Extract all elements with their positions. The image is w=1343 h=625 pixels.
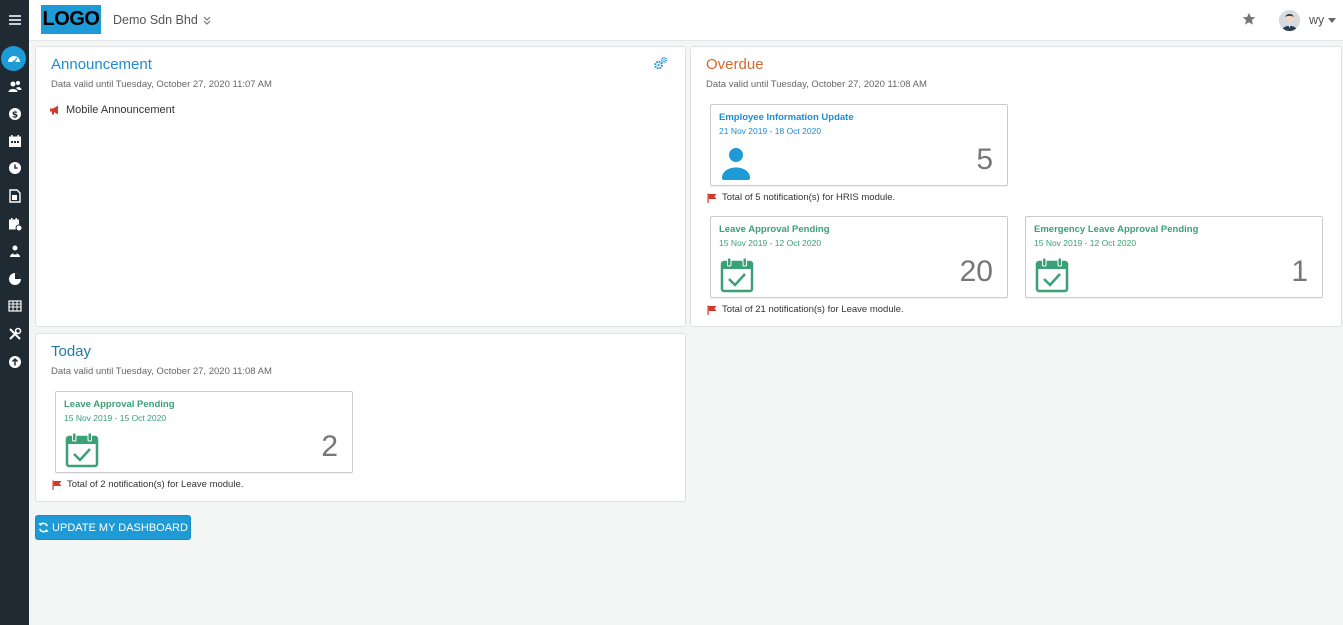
note-text: Total of 21 notification(s) for Leave mo… (722, 304, 904, 315)
card-title: Leave Approval Pending (719, 224, 830, 235)
data-valid-text: Data valid until Tuesday, October 27, 20… (706, 79, 927, 90)
calendar-check-icon (720, 257, 754, 293)
update-label: UPDATE MY DASHBOARD (52, 521, 188, 534)
flag-icon (707, 305, 717, 315)
flag-icon (707, 193, 717, 203)
card-date-range: 21 Nov 2019 - 18 Oct 2020 (719, 126, 822, 136)
note-text: Total of 2 notification(s) for Leave mod… (67, 479, 244, 490)
leave-approval-card[interactable]: Leave Approval Pending 15 Nov 2019 - 15 … (55, 391, 353, 473)
data-valid-text: Data valid until Tuesday, October 27, 20… (51, 79, 272, 90)
overdue-panel: Overdue Data valid until Tuesday, Octobe… (690, 46, 1342, 327)
flag-icon (52, 480, 62, 490)
panel-title: Announcement (51, 56, 152, 73)
leave-approval-card[interactable]: Leave Approval Pending 15 Nov 2019 - 12 … (710, 216, 1008, 298)
schedule-icon[interactable] (0, 212, 29, 236)
announcement-text: Mobile Announcement (66, 104, 175, 116)
logo-text: LOGO (42, 8, 100, 30)
dashboard-icon[interactable] (1, 46, 26, 71)
avatar[interactable] (1279, 10, 1300, 31)
note-text: Total of 5 notification(s) for HRIS modu… (722, 192, 896, 203)
calendar-check-icon (1035, 257, 1069, 293)
caret-down-icon (1328, 17, 1337, 23)
card-title: Emergency Leave Approval Pending (1034, 224, 1199, 235)
card-date-range: 15 Nov 2019 - 12 Oct 2020 (1034, 238, 1137, 248)
top-header: LOGO Demo Sdn Bhd wy (29, 0, 1343, 41)
notification-note: Total of 5 notification(s) for HRIS modu… (707, 192, 895, 203)
star-icon[interactable] (1242, 12, 1256, 26)
username: wy (1309, 13, 1325, 27)
menu-icon[interactable] (0, 8, 29, 32)
card-date-range: 15 Nov 2019 - 12 Oct 2020 (719, 238, 822, 248)
payroll-icon[interactable]: $ (0, 102, 29, 126)
card-count: 1 (1291, 255, 1308, 288)
report-icon[interactable] (0, 267, 29, 291)
sidebar: $ (0, 0, 29, 625)
card-count: 5 (976, 143, 993, 176)
today-panel: Today Data valid until Tuesday, October … (35, 333, 686, 502)
company-selector[interactable]: Demo Sdn Bhd (113, 13, 211, 27)
card-title: Employee Information Update (719, 112, 854, 123)
card-count: 20 (959, 255, 993, 288)
upload-icon[interactable] (0, 350, 29, 374)
announcement-panel: Announcement Data valid until Tuesday, O… (35, 46, 686, 327)
person-icon (722, 148, 750, 180)
users-icon[interactable] (0, 74, 29, 98)
company-logo[interactable]: LOGO (41, 5, 101, 34)
calendar-icon[interactable] (0, 129, 29, 153)
gears-icon[interactable] (653, 56, 668, 71)
user-menu[interactable]: wy (1309, 13, 1337, 27)
table-icon[interactable] (0, 294, 29, 318)
megaphone-icon (50, 105, 58, 115)
employee-info-card[interactable]: Employee Information Update 21 Nov 2019 … (710, 104, 1008, 186)
announcement-item[interactable]: Mobile Announcement (49, 104, 175, 116)
tools-icon[interactable] (0, 322, 29, 346)
panel-title: Overdue (706, 56, 764, 73)
claims-icon[interactable] (0, 239, 29, 263)
card-date-range: 15 Nov 2019 - 15 Oct 2020 (64, 413, 167, 423)
card-count: 2 (321, 430, 338, 463)
company-name: Demo Sdn Bhd (113, 13, 198, 27)
svg-text:$: $ (11, 111, 17, 121)
emergency-leave-card[interactable]: Emergency Leave Approval Pending 15 Nov … (1025, 216, 1323, 298)
panel-title: Today (51, 343, 92, 360)
document-icon[interactable] (0, 184, 29, 208)
data-valid-text: Data valid until Tuesday, October 27, 20… (51, 366, 272, 377)
notification-note: Total of 2 notification(s) for Leave mod… (52, 479, 243, 490)
card-title: Leave Approval Pending (64, 399, 175, 410)
update-dashboard-button[interactable]: UPDATE MY DASHBOARD (35, 515, 191, 540)
calendar-check-icon (65, 432, 99, 468)
notification-note: Total of 21 notification(s) for Leave mo… (707, 304, 904, 315)
refresh-icon (38, 522, 49, 533)
clock-icon[interactable] (0, 156, 29, 180)
double-chevron-down-icon (203, 16, 211, 25)
